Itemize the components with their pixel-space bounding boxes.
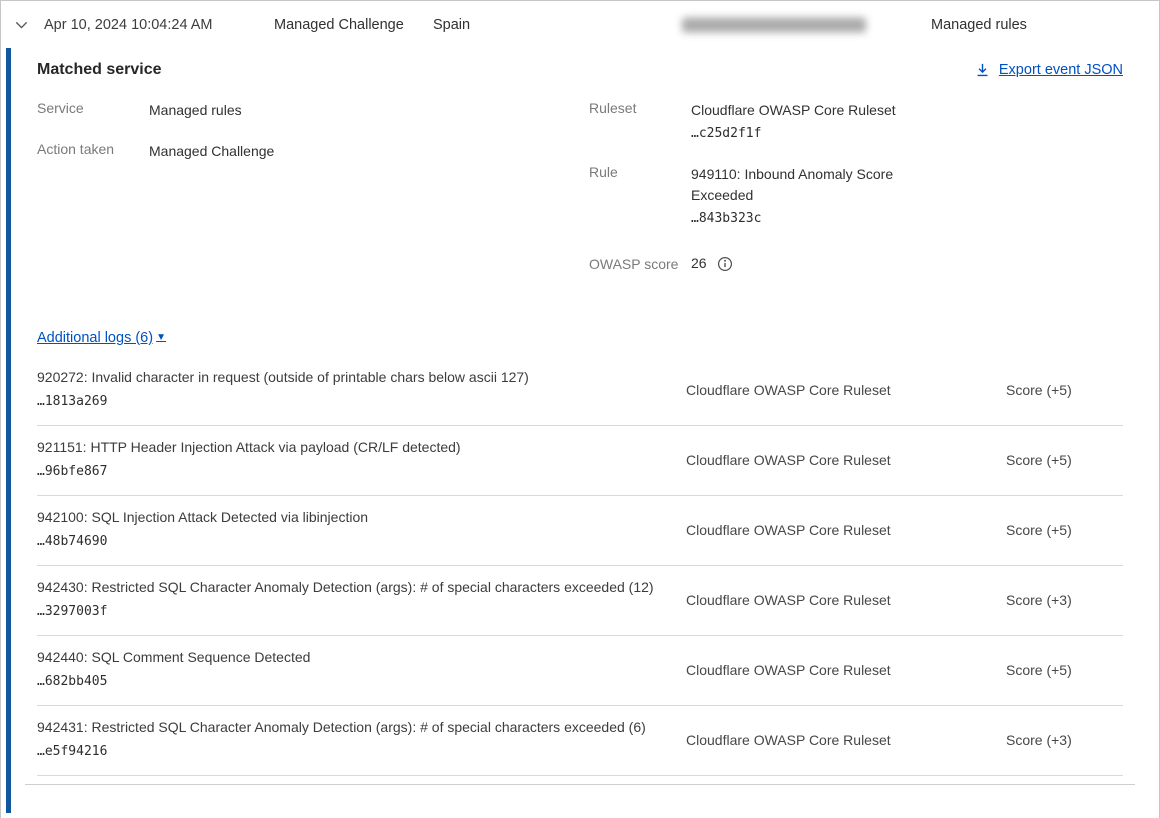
fields-right-column: Ruleset Cloudflare OWASP Core Ruleset …c… <box>589 100 1123 292</box>
owasp-score-value: 26 <box>691 253 707 274</box>
rule-description: 942440: SQL Comment Sequence Detected <box>37 646 657 669</box>
rule-description: 942431: Restricted SQL Character Anomaly… <box>37 716 657 739</box>
additional-logs-toggle[interactable]: Additional logs (6)▼ <box>37 330 166 346</box>
field-service: Service Managed rules <box>37 100 589 121</box>
redacted-value <box>682 17 866 32</box>
caret-down-icon: ▼ <box>156 332 166 343</box>
additional-logs-label: Additional logs (6) <box>37 330 153 346</box>
field-ruleset: Ruleset Cloudflare OWASP Core Ruleset …c… <box>589 100 1123 146</box>
log-description-cell: 942430: Restricted SQL Character Anomaly… <box>37 576 657 624</box>
log-score-cell: Score (+5) <box>1006 382 1123 398</box>
log-ruleset-cell: Cloudflare OWASP Core Ruleset <box>686 662 936 678</box>
field-label: Rule <box>589 164 691 231</box>
expanded-row-accent-bar <box>6 48 11 813</box>
log-row: 921151: HTTP Header Injection Attack via… <box>37 426 1123 496</box>
panel-bottom-divider <box>25 784 1135 785</box>
field-owasp-score: OWASP score 26 <box>589 253 1123 274</box>
rule-description: 942100: SQL Injection Attack Detected vi… <box>37 506 657 529</box>
additional-logs-table: 920272: Invalid character in request (ou… <box>37 356 1123 776</box>
matched-service-panel: Matched service Export event JSON Servic… <box>1 48 1159 785</box>
log-description-cell: 942431: Restricted SQL Character Anomaly… <box>37 716 657 764</box>
chevron-down-icon[interactable] <box>14 17 29 32</box>
rule-id-hash: …e5f94216 <box>37 739 657 764</box>
log-row: 920272: Invalid character in request (ou… <box>37 356 1123 426</box>
log-score-cell: Score (+5) <box>1006 662 1123 678</box>
export-link-label: Export event JSON <box>999 62 1123 78</box>
log-ruleset-cell: Cloudflare OWASP Core Ruleset <box>686 382 936 398</box>
field-action-taken: Action taken Managed Challenge <box>37 141 589 162</box>
log-row: 942100: SQL Injection Attack Detected vi… <box>37 496 1123 566</box>
firewall-event-detail: Apr 10, 2024 10:04:24 AM Managed Challen… <box>0 0 1160 818</box>
log-score-cell: Score (+3) <box>1006 592 1123 608</box>
fields-left-column: Service Managed rules Action taken Manag… <box>37 100 589 292</box>
rule-description: 921151: HTTP Header Injection Attack via… <box>37 436 657 459</box>
event-summary-row[interactable]: Apr 10, 2024 10:04:24 AM Managed Challen… <box>1 1 1159 48</box>
event-country: Spain <box>433 17 470 33</box>
rule-description: 920272: Invalid character in request (ou… <box>37 366 657 389</box>
rule-id-hash: …96bfe867 <box>37 459 657 484</box>
log-row: 942431: Restricted SQL Character Anomaly… <box>37 706 1123 776</box>
field-rule: Rule 949110: Inbound Anomaly Score Excee… <box>589 164 1123 231</box>
log-description-cell: 942100: SQL Injection Attack Detected vi… <box>37 506 657 554</box>
rule-id-hash: …48b74690 <box>37 529 657 554</box>
log-row: 942440: SQL Comment Sequence Detected …6… <box>37 636 1123 706</box>
panel-title: Matched service <box>37 61 162 79</box>
ruleset-name: Cloudflare OWASP Core Ruleset <box>691 100 931 121</box>
log-score-cell: Score (+5) <box>1006 522 1123 538</box>
rule-id-hash: …682bb405 <box>37 669 657 694</box>
log-score-cell: Score (+5) <box>1006 452 1123 468</box>
log-row: 942430: Restricted SQL Character Anomaly… <box>37 566 1123 636</box>
field-label: Service <box>37 100 149 121</box>
log-description-cell: 921151: HTTP Header Injection Attack via… <box>37 436 657 484</box>
event-service: Managed rules <box>931 17 1027 33</box>
download-icon <box>975 62 990 78</box>
log-ruleset-cell: Cloudflare OWASP Core Ruleset <box>686 522 936 538</box>
log-score-cell: Score (+3) <box>1006 732 1123 748</box>
export-event-json-link[interactable]: Export event JSON <box>975 62 1123 78</box>
rule-name: 949110: Inbound Anomaly Score Exceeded <box>691 164 931 206</box>
log-ruleset-cell: Cloudflare OWASP Core Ruleset <box>686 732 936 748</box>
log-ruleset-cell: Cloudflare OWASP Core Ruleset <box>686 592 936 608</box>
field-label: Action taken <box>37 141 149 162</box>
log-description-cell: 942440: SQL Comment Sequence Detected …6… <box>37 646 657 694</box>
field-value: Managed Challenge <box>149 141 274 162</box>
field-label: Ruleset <box>589 100 691 146</box>
rule-id-hash: …843b323c <box>691 206 931 231</box>
log-description-cell: 920272: Invalid character in request (ou… <box>37 366 657 414</box>
info-icon[interactable] <box>717 256 733 272</box>
ruleset-id-hash: …c25d2f1f <box>691 121 931 146</box>
rule-id-hash: …3297003f <box>37 599 657 624</box>
rule-id-hash: …1813a269 <box>37 389 657 414</box>
field-label: OWASP score <box>589 256 691 272</box>
log-ruleset-cell: Cloudflare OWASP Core Ruleset <box>686 452 936 468</box>
rule-description: 942430: Restricted SQL Character Anomaly… <box>37 576 657 599</box>
event-timestamp: Apr 10, 2024 10:04:24 AM <box>44 17 213 33</box>
field-value: Managed rules <box>149 100 242 121</box>
event-action: Managed Challenge <box>274 17 404 33</box>
